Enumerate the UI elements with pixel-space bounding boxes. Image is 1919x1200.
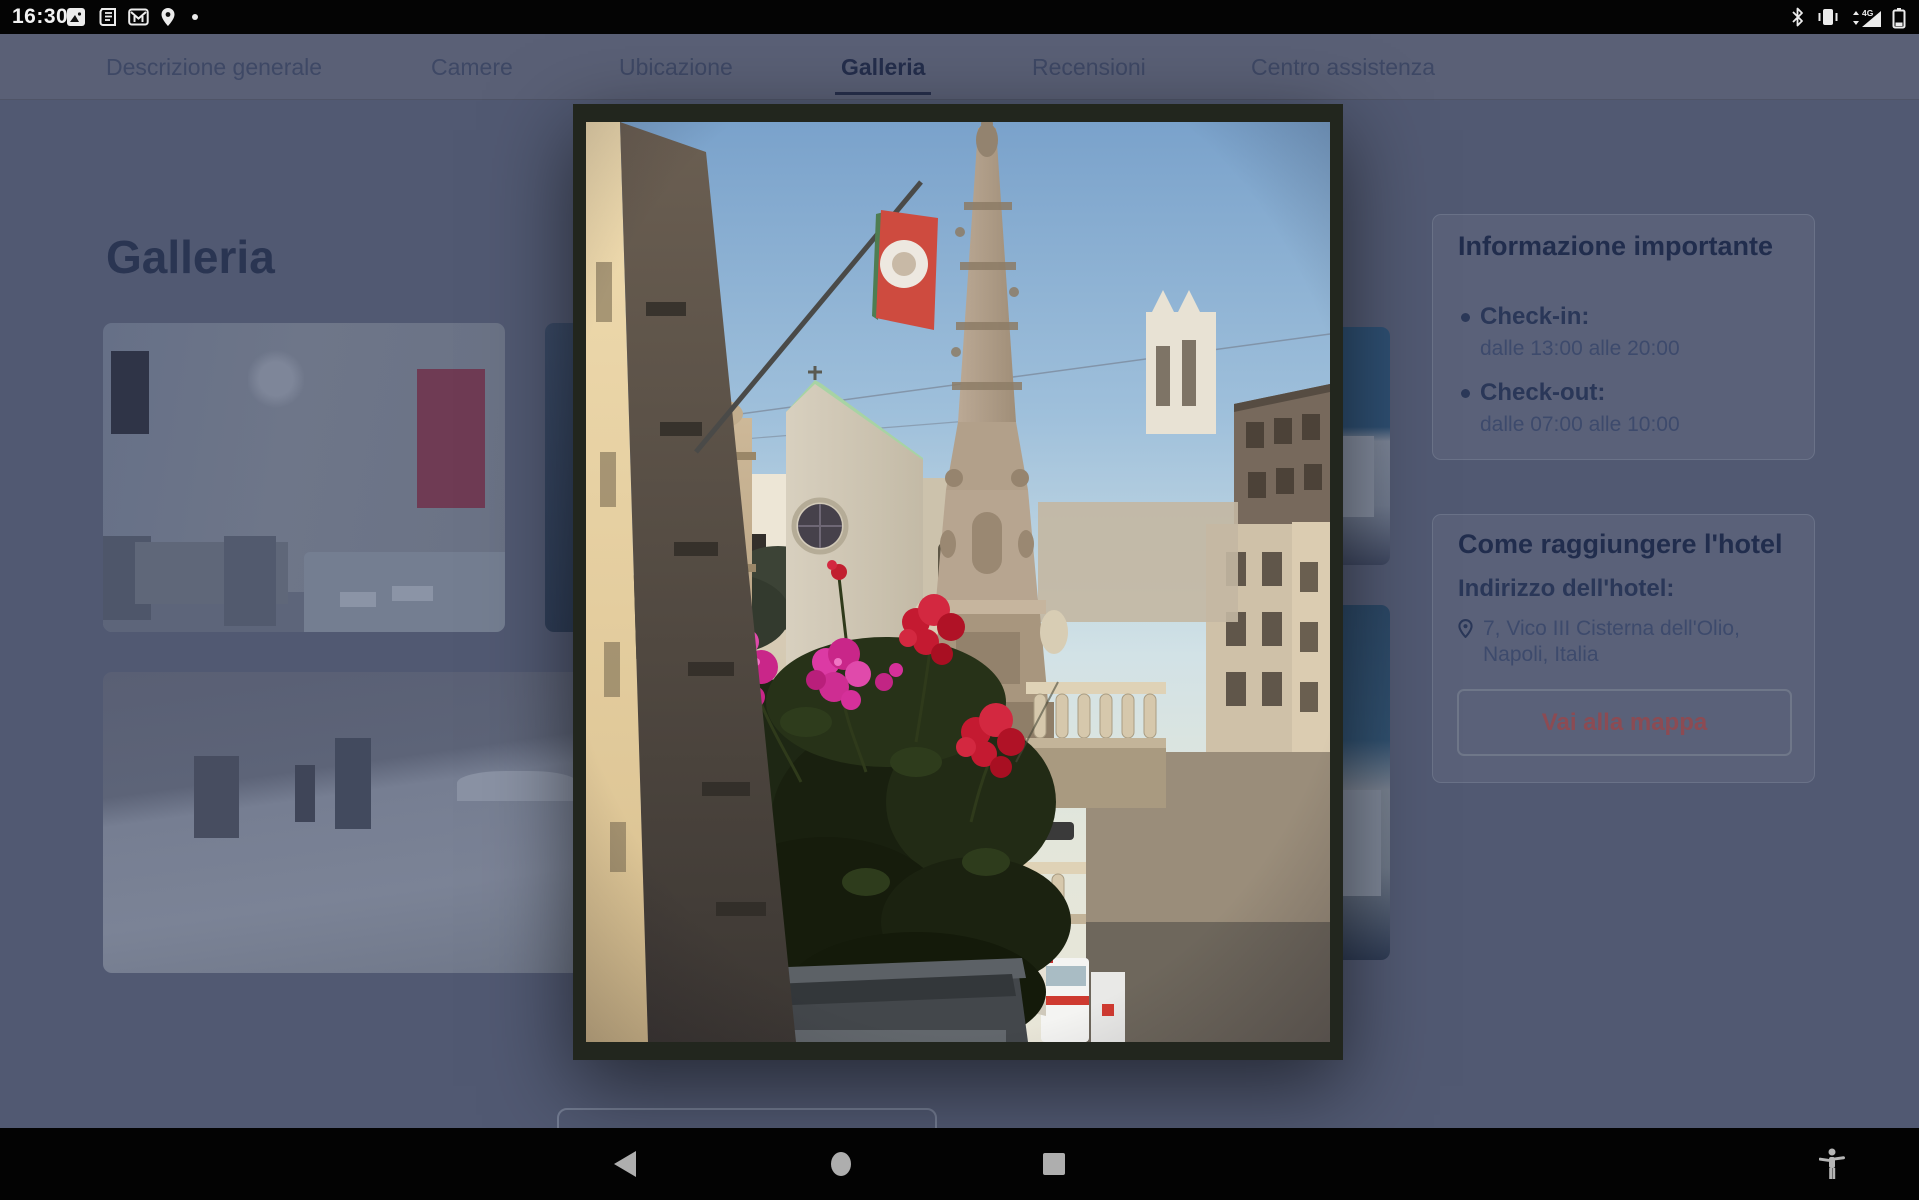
home-icon (829, 1151, 853, 1177)
accessibility-icon (1819, 1148, 1845, 1180)
screen: 16:30 4G (0, 0, 1919, 1200)
photos-icon (66, 7, 86, 27)
bluetooth-icon (1791, 7, 1804, 27)
status-bar: 16:30 4G (0, 0, 1919, 34)
naples-photo-illustration (586, 122, 1330, 1042)
accessibility-button[interactable] (1802, 1128, 1862, 1200)
back-icon (614, 1151, 636, 1177)
battery-icon (1892, 7, 1906, 29)
lightbox-photo[interactable] (586, 122, 1330, 1042)
recents-button[interactable] (1024, 1128, 1084, 1200)
network-type-label: 4G (1862, 8, 1874, 18)
signal-4g-icon: 4G (1848, 7, 1884, 29)
android-nav-bar (0, 1128, 1919, 1200)
photo-lightbox (573, 104, 1343, 1060)
recents-icon (1043, 1152, 1065, 1176)
gmail-icon (128, 7, 149, 27)
vibrate-icon (1816, 7, 1840, 27)
notification-dot-icon (192, 14, 198, 20)
back-button[interactable] (595, 1128, 655, 1200)
location-icon (160, 7, 176, 27)
home-button[interactable] (811, 1128, 871, 1200)
clock: 16:30 (12, 5, 68, 29)
news-icon (98, 7, 118, 27)
